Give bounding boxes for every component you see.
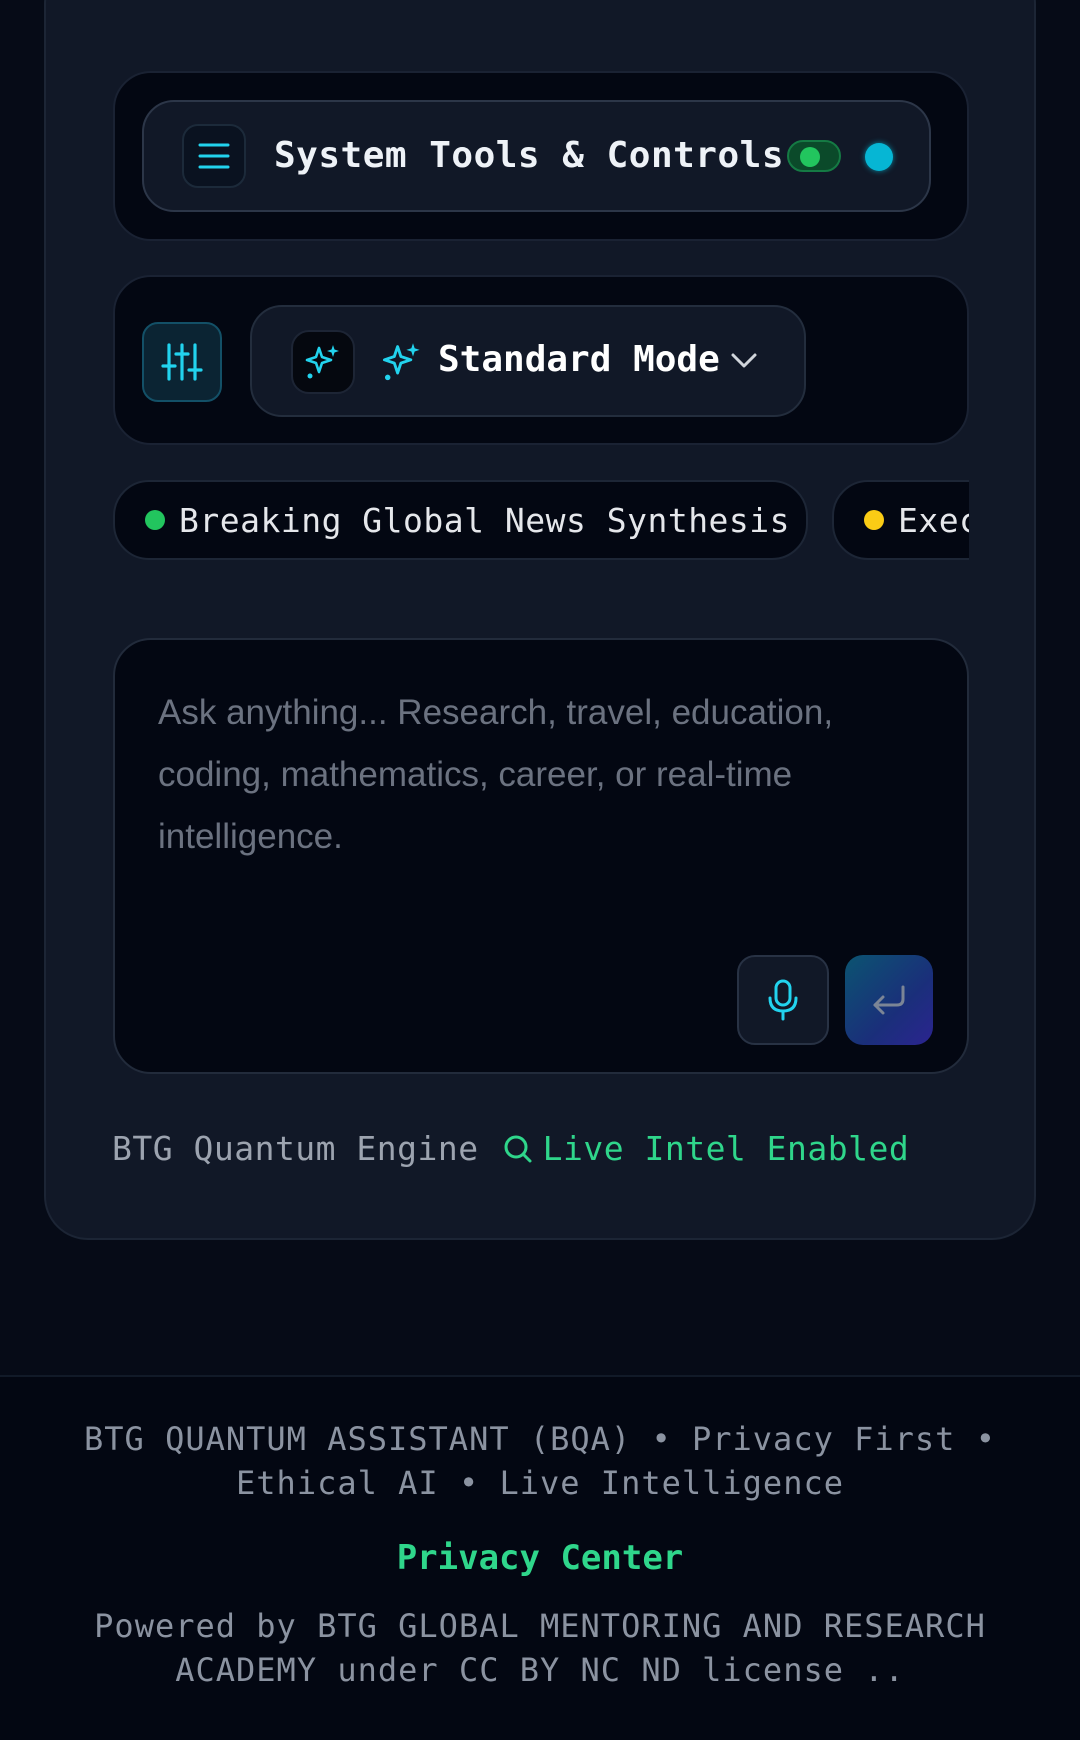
footer-tagline-2: Ethical AI • Live Intelligence bbox=[236, 1464, 844, 1502]
menu-icon bbox=[198, 143, 230, 169]
footer-powered-2: ACADEMY under CC BY NC ND license .. bbox=[175, 1651, 905, 1689]
query-input[interactable] bbox=[158, 682, 918, 882]
search-icon bbox=[504, 1135, 532, 1163]
enter-icon bbox=[873, 985, 905, 1015]
voice-input-button[interactable] bbox=[737, 955, 829, 1045]
settings-sliders-button[interactable] bbox=[142, 322, 222, 402]
system-tools-title: System Tools & Controls bbox=[274, 135, 784, 176]
engine-name: BTG Quantum Engine bbox=[112, 1129, 479, 1168]
chip-label: Breaking Global News Synthesis bbox=[179, 500, 791, 540]
chip-dot bbox=[864, 510, 884, 530]
chevron-down-icon bbox=[731, 353, 757, 368]
chip-breaking-news[interactable]: Breaking Global News Synthesis bbox=[113, 480, 808, 560]
suggestion-chips: Breaking Global News Synthesis Exec bbox=[113, 480, 969, 560]
privacy-center-link[interactable]: Privacy Center bbox=[0, 1538, 1080, 1578]
page: System Tools & Controls Standard Mode Br… bbox=[0, 0, 1080, 1740]
mode-label: Standard Mode bbox=[438, 339, 720, 380]
toggle-knob bbox=[800, 147, 820, 167]
sparkles-icon bbox=[305, 345, 339, 379]
chip-exec[interactable]: Exec bbox=[832, 480, 969, 560]
footer-powered-1: Powered by BTG GLOBAL MENTORING AND RESE… bbox=[94, 1607, 986, 1645]
system-toggle[interactable] bbox=[787, 140, 841, 172]
chip-label: Exec bbox=[898, 500, 969, 540]
status-indicator bbox=[865, 143, 893, 171]
menu-button[interactable] bbox=[182, 124, 246, 188]
footer-tagline-1: BTG QUANTUM ASSISTANT (BQA) • Privacy Fi… bbox=[84, 1420, 996, 1458]
send-button[interactable] bbox=[845, 955, 933, 1045]
mode-sparkles-icon bbox=[382, 343, 420, 381]
live-intel-label: Live Intel Enabled bbox=[542, 1129, 910, 1168]
microphone-icon bbox=[768, 979, 798, 1021]
sliders-icon bbox=[161, 343, 203, 381]
mode-icon-button[interactable] bbox=[291, 330, 355, 394]
engine-status: BTG Quantum Engine Live Intel Enabled bbox=[112, 1124, 909, 1174]
chip-dot bbox=[145, 510, 165, 530]
